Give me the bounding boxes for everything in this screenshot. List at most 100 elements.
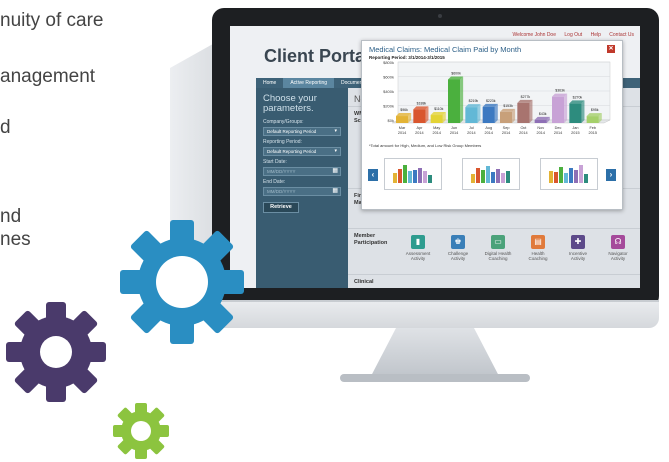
chart-bar bbox=[569, 103, 582, 123]
headset-icon: ☊ bbox=[611, 235, 625, 249]
chart-bar-side bbox=[494, 103, 498, 123]
period-label: Reporting Period: bbox=[263, 139, 302, 145]
chart-x-tick-label: Mar bbox=[399, 126, 406, 130]
chart-x-tick-label: May bbox=[433, 126, 440, 130]
chart-thumbnail[interactable] bbox=[462, 158, 520, 190]
period-select[interactable]: Default Reporting Period ▾ bbox=[263, 147, 341, 156]
logout-link[interactable]: Log Out bbox=[564, 32, 582, 38]
chart-x-tick-label: Jul bbox=[469, 126, 474, 130]
next-arrow-button[interactable]: › bbox=[606, 169, 616, 181]
row-label: Member Participation bbox=[354, 233, 387, 246]
chart-bar bbox=[448, 79, 461, 123]
chart-x-tick-label: 2014 bbox=[433, 131, 441, 135]
marketing-line: anagement bbox=[0, 66, 96, 87]
end-date-input[interactable]: MM/DD/YYYY ▦ bbox=[263, 187, 341, 196]
page-title: Client Portal bbox=[264, 46, 371, 66]
top-links: Welcome John Doe Log Out Help Contact Us bbox=[505, 32, 634, 38]
chart-x-tick-label: 2015 bbox=[589, 131, 597, 135]
purple-gear-icon bbox=[6, 302, 106, 402]
parameters-heading-line: parameters. bbox=[263, 103, 314, 114]
activity-label: Coaching bbox=[488, 256, 508, 261]
claims-bar-chart: $0k$200k$400k$600k$800k$96kMar2014$188kA… bbox=[383, 61, 611, 135]
monitor-stand bbox=[370, 328, 500, 378]
chevron-down-icon: ▾ bbox=[334, 128, 337, 134]
chart-x-tick-label: Sep bbox=[503, 126, 510, 130]
row-label-line: Participation bbox=[354, 239, 388, 246]
chart-x-tick-label: 2014 bbox=[485, 131, 493, 135]
chart-bar bbox=[482, 106, 495, 123]
chart-x-tick-label: Aug bbox=[485, 126, 492, 130]
prev-arrow-button[interactable]: ‹ bbox=[368, 169, 378, 181]
activity-label: Activity bbox=[570, 256, 586, 261]
activity-digital-health[interactable]: ▭ Digital Health Coaching bbox=[478, 235, 518, 261]
chart-bar-side bbox=[564, 93, 568, 123]
contact-link[interactable]: Contact Us bbox=[609, 32, 634, 38]
activity-label: Coaching bbox=[528, 256, 548, 261]
activity-label: Activity bbox=[450, 256, 466, 261]
chart-thumbnail[interactable] bbox=[384, 158, 442, 190]
row-label: Clinical bbox=[354, 279, 374, 286]
chart-bar-side bbox=[477, 104, 481, 123]
chart-bar-side bbox=[581, 100, 585, 123]
activity-incentive[interactable]: ✚ Incentive Activity bbox=[558, 235, 598, 261]
period-select-value: Default Reporting Period bbox=[267, 149, 317, 154]
activity-navigator[interactable]: ☊ Navigator Activity bbox=[598, 235, 638, 261]
chart-data-label: $270k bbox=[573, 95, 583, 99]
parameters-panel: Choose your parameters. Company/Groups: … bbox=[256, 88, 348, 288]
modal-title: Medical Claims: Medical Claim Paid by Mo… bbox=[369, 45, 522, 54]
company-select[interactable]: Default Reporting Period ▾ bbox=[263, 127, 341, 136]
trophy-icon: ♚ bbox=[451, 235, 465, 249]
chart-x-tick-label: 2014 bbox=[519, 131, 527, 135]
blue-gear-icon bbox=[120, 220, 244, 344]
thumbnail-chart bbox=[549, 165, 588, 183]
gift-icon: ✚ bbox=[571, 235, 585, 249]
chevron-down-icon: ▾ bbox=[334, 148, 337, 154]
calendar-icon[interactable]: ▦ bbox=[332, 188, 338, 195]
marketing-line: nuity of care bbox=[0, 10, 104, 31]
chart-data-label: $96k bbox=[400, 108, 408, 112]
chart-bar bbox=[552, 96, 565, 123]
clipboard-icon: ▤ bbox=[531, 235, 545, 249]
chart-x-tick-label: Jan bbox=[572, 126, 578, 130]
activity-assessment[interactable]: ▮ Assessment Activity bbox=[398, 235, 438, 261]
chart-x-tick-label: 2014 bbox=[415, 131, 423, 135]
close-button[interactable]: ✕ bbox=[607, 45, 615, 53]
chart-thumbnail[interactable] bbox=[540, 158, 598, 190]
report-row[interactable]: Clinical bbox=[348, 274, 640, 288]
chart-bar bbox=[430, 115, 443, 123]
start-date-input[interactable]: MM/DD/YYYY ▦ bbox=[263, 167, 341, 176]
monitor-stand-base bbox=[340, 374, 530, 382]
chart-data-label: $110k bbox=[434, 107, 444, 111]
retrieve-button[interactable]: Retrieve bbox=[263, 202, 299, 213]
marketing-line: d bbox=[0, 117, 11, 138]
help-link[interactable]: Help bbox=[591, 32, 601, 38]
marketing-line: nes bbox=[0, 229, 31, 250]
chart-x-tick-label: Jun bbox=[451, 126, 457, 130]
report-row: Member Participation ▮ Assessment Activity … bbox=[348, 228, 640, 274]
chart-x-tick-label: Feb bbox=[589, 126, 596, 130]
chart-x-tick-label: Dec bbox=[555, 126, 562, 130]
chart-bar bbox=[586, 116, 599, 123]
chart-x-tick-label: Nov bbox=[537, 126, 544, 130]
chart-bar bbox=[396, 116, 409, 123]
chart-data-label: $363k bbox=[555, 89, 565, 93]
tab-active-reporting[interactable]: Active Reporting bbox=[283, 78, 335, 88]
chart-bar bbox=[517, 102, 530, 123]
chart-y-tick-label: $800k bbox=[383, 61, 394, 65]
chart-bar bbox=[534, 119, 547, 123]
chart-x-tick-label: 2014 bbox=[537, 131, 545, 135]
chart-y-tick-label: $0k bbox=[388, 118, 394, 123]
company-label: Company/Groups: bbox=[263, 119, 304, 125]
modal-subtitle: Reporting Period: 3/1/2014-3/1/2015 bbox=[369, 55, 445, 60]
chart-modal: Medical Claims: Medical Claim Paid by Mo… bbox=[361, 40, 623, 210]
chart-data-label: $153k bbox=[503, 104, 513, 108]
chart-x-tick-label: 2014 bbox=[554, 131, 562, 135]
activity-health-coaching[interactable]: ▤ Health Coaching bbox=[518, 235, 558, 261]
tab-home[interactable]: Home bbox=[256, 78, 283, 88]
activity-challenge[interactable]: ♚ Challenge Activity bbox=[438, 235, 478, 261]
chart-bar bbox=[413, 109, 426, 123]
chart-x-tick-label: Oct bbox=[520, 126, 527, 130]
activity-label: Activity bbox=[410, 256, 426, 261]
calendar-icon[interactable]: ▦ bbox=[332, 168, 338, 175]
chart-data-label: $277k bbox=[521, 95, 531, 99]
